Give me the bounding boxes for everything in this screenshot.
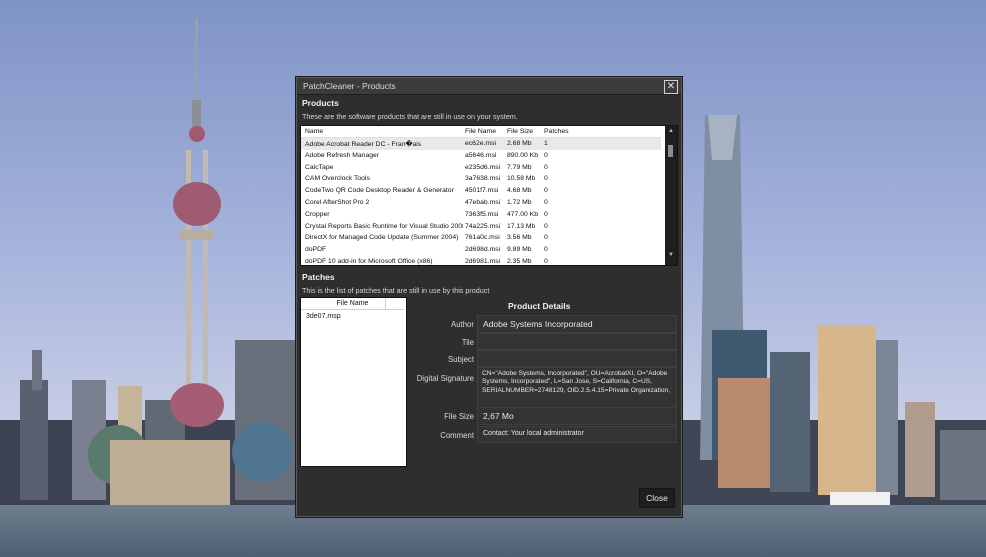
product-name: CAM Overclock Tools [305, 175, 370, 183]
product-name: Crystal Reports Basic Runtime for Visual… [305, 222, 463, 230]
product-file-size: 2.68 Mb [507, 140, 532, 147]
product-name: doPDF 10 add-in for Microsoft Office (x8… [305, 258, 433, 265]
product-patch-count: 0 [544, 234, 548, 242]
column-header-name[interactable]: Name [305, 128, 463, 135]
products-description: These are the software products that are… [302, 112, 518, 121]
product-file-name: e235d6.msi [465, 163, 501, 171]
column-header-file-name[interactable]: File Name [465, 128, 503, 135]
column-header-patches[interactable]: Patches [544, 128, 574, 135]
product-name: CodeTwo QR Code Desktop Reader & Generat… [305, 187, 454, 195]
comment-label: Comment [440, 431, 474, 440]
window-title: PatchCleaner - Products [303, 81, 396, 91]
products-heading: Products [302, 98, 339, 108]
product-file-name: 3a7638.msi [465, 175, 501, 183]
product-file-size: 9.89 Mb [507, 246, 532, 254]
product-file-name: 7363f5.msi [465, 210, 499, 218]
product-file-name: 47ebab.msi [465, 199, 501, 206]
product-file-size: 890.00 Kb [507, 151, 538, 159]
digital-signature-field[interactable]: CN="Adobe Systems, Incorporated", OU=Acr… [477, 367, 677, 411]
product-name: Adobe Refresh Manager [305, 151, 380, 159]
product-file-size: 477.00 Kb [507, 210, 538, 218]
product-patch-count: 0 [544, 163, 548, 171]
product-name: CalcTape [305, 163, 334, 171]
product-patch-count: 0 [544, 151, 548, 159]
product-row[interactable]: Cropper 7363f5.msi 477.00 Kb 0 [301, 209, 661, 221]
product-row[interactable]: DirectX for Managed Code Update (Summer … [301, 232, 661, 244]
product-name: doPDF [305, 246, 327, 254]
title-label: Tile [461, 338, 474, 347]
products-scrollbar[interactable]: ▲ ▼ [665, 126, 677, 265]
author-field[interactable]: Adobe Systems Incorporated [477, 315, 677, 333]
product-patch-count: 0 [544, 187, 548, 195]
product-patch-count: 0 [544, 258, 548, 265]
product-patch-count: 0 [544, 222, 548, 230]
close-icon[interactable]: ✕ [664, 80, 678, 94]
product-row[interactable]: CodeTwo QR Code Desktop Reader & Generat… [301, 185, 661, 197]
digital-signature-label: Digital Signature [416, 374, 474, 383]
patchcleaner-products-window: PatchCleaner - Products ✕ Products These… [295, 76, 683, 518]
subject-field[interactable] [477, 350, 677, 367]
product-patch-count: 0 [544, 246, 548, 254]
product-row[interactable]: doPDF 10 add-in for Microsoft Office (x8… [301, 256, 661, 265]
title-bar[interactable]: PatchCleaner - Products ✕ [297, 78, 681, 95]
product-name: Corel AfterShot Pro 2 [305, 199, 370, 206]
scrollbar-thumb[interactable] [668, 145, 673, 157]
product-name: Adobe Acrobat Reader DC - Fran�ais [305, 141, 422, 148]
scroll-down-icon[interactable]: ▼ [667, 252, 675, 258]
product-row[interactable]: Crystal Reports Basic Runtime for Visual… [301, 221, 661, 233]
product-patch-count: 0 [544, 175, 548, 183]
product-row[interactable]: CalcTape e235d6.msi 7.79 Mb 0 [301, 162, 661, 174]
product-file-name: 2d6981.msi [465, 258, 501, 265]
patches-description: This is the list of patches that are sti… [302, 286, 490, 295]
column-header-file-size[interactable]: File Size [507, 128, 543, 135]
patches-heading: Patches [302, 272, 335, 282]
patches-column-header[interactable]: File Name [301, 298, 404, 310]
product-file-name: a5646.msi [465, 151, 497, 159]
product-patch-count: 0 [544, 210, 548, 218]
product-file-size: 10.58 Mb [507, 175, 536, 183]
product-patch-count: 1 [544, 140, 548, 147]
product-file-size: 1.72 Mb [507, 199, 532, 206]
product-file-name: 4501f7.msi [465, 187, 499, 195]
product-file-size: 4.68 Mb [507, 187, 532, 195]
product-file-name: 74a225.msi [465, 222, 501, 230]
product-file-size: 2.35 Mb [507, 258, 532, 265]
product-details-heading: Product Details [508, 301, 571, 311]
product-patch-count: 0 [544, 199, 548, 206]
product-name: Cropper [305, 210, 330, 218]
product-file-size: 3.56 Mb [507, 234, 532, 242]
product-file-size: 17.13 Mb [507, 222, 536, 230]
product-file-name: 761a0c.msi [465, 234, 500, 242]
product-row[interactable]: Adobe Refresh Manager a5646.msi 890.00 Kb 0 [301, 150, 661, 162]
product-file-name: ec62e.msi [465, 140, 496, 147]
products-list-header: Name File Name File Size Patches [301, 126, 661, 138]
product-file-name: 2d698d.msi [465, 246, 501, 254]
scroll-up-icon[interactable]: ▲ [667, 128, 675, 134]
patches-list[interactable]: File Name 3de07.msp [300, 297, 407, 467]
column-divider [385, 298, 386, 309]
file-size-field[interactable]: 2,67 Mo [477, 407, 677, 425]
patch-item[interactable]: 3de07.msp [306, 313, 341, 320]
title-field[interactable] [477, 333, 677, 350]
product-file-size: 7.79 Mb [507, 163, 532, 171]
product-row[interactable]: doPDF 2d698d.msi 9.89 Mb 0 [301, 244, 661, 256]
products-list[interactable]: Name File Name File Size Patches Adobe A… [300, 125, 678, 266]
product-row[interactable]: Corel AfterShot Pro 2 47ebab.msi 1.72 Mb 0 [301, 197, 661, 209]
product-row[interactable]: Adobe Acrobat Reader DC - Fran�ais ec62e.… [301, 138, 661, 150]
author-label: Author [451, 320, 474, 329]
product-name: DirectX for Managed Code Update (Summer … [305, 234, 459, 242]
comment-field[interactable]: Contact: Your local administrator [477, 426, 677, 443]
product-row[interactable]: CAM Overclock Tools 3a7638.msi 10.58 Mb 0 [301, 173, 661, 185]
close-button[interactable]: Close [639, 488, 675, 508]
subject-label: Subject [447, 355, 474, 364]
file-size-label: File Size [444, 412, 474, 421]
